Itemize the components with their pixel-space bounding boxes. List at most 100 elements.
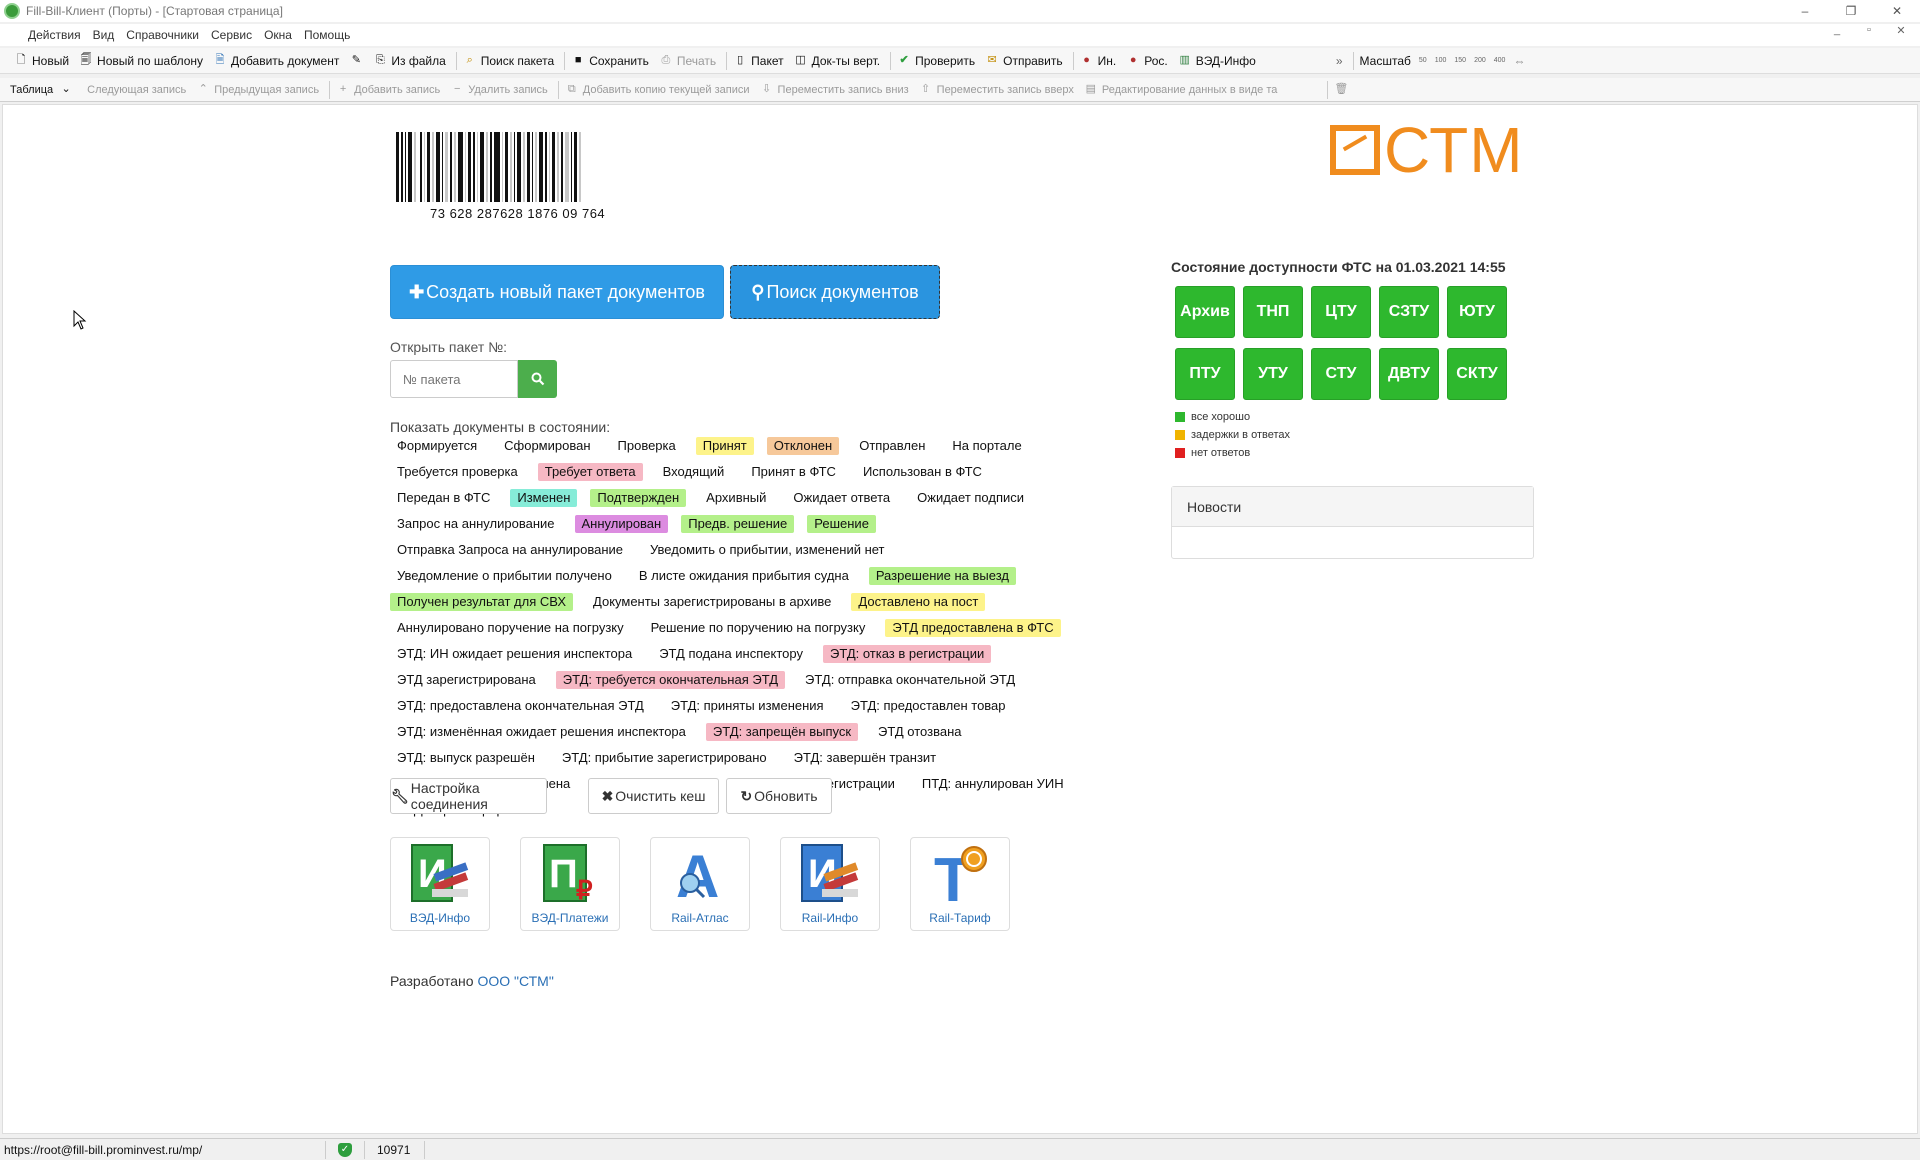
close-button[interactable]: ✕: [1874, 0, 1920, 22]
next-record-button[interactable]: Следующая запись: [87, 84, 186, 96]
state-filter-tag[interactable]: Запрос на аннулирование: [390, 515, 562, 533]
state-filter-tag[interactable]: ЭТД: завершён транзит: [787, 749, 944, 767]
state-filter-tag[interactable]: Предв. решение: [681, 515, 795, 533]
mdi-restore-button[interactable]: ▫: [1858, 24, 1880, 37]
app-ved-info[interactable]: И ВЭД-Инфо: [390, 837, 490, 931]
toolbar-overflow-button[interactable]: »: [1336, 54, 1343, 68]
fts-dvtu-button[interactable]: ДВТУ: [1379, 348, 1439, 400]
minimize-button[interactable]: –: [1782, 0, 1828, 22]
state-filter-tag[interactable]: Принят в ФТС: [744, 463, 843, 481]
menu-windows[interactable]: Окна: [264, 28, 292, 42]
move-up-button[interactable]: ⇧ Переместить запись вверх: [919, 83, 1074, 97]
docs-vertical-button[interactable]: ◫ Док-ты верт.: [794, 54, 880, 68]
state-filter-tag[interactable]: Подтвержден: [590, 489, 687, 507]
refresh-button[interactable]: ↻ Обновить: [726, 778, 832, 814]
state-filter-tag[interactable]: Архивный: [699, 489, 773, 507]
check-button[interactable]: ✔ Проверить: [897, 54, 975, 68]
state-filter-tag[interactable]: ЭТД: предоставлена окончательная ЭТД: [390, 697, 651, 715]
state-filter-tag[interactable]: Принят: [695, 437, 754, 455]
state-filter-tag[interactable]: ЭТД: приняты изменения: [664, 697, 831, 715]
menu-actions[interactable]: Действия: [28, 28, 81, 42]
state-filter-tag[interactable]: Аннулирован: [574, 515, 669, 533]
state-filter-tag[interactable]: Передан в ФТС: [390, 489, 497, 507]
state-filter-tag[interactable]: ЭТД: запрещён выпуск: [705, 723, 859, 741]
print-button[interactable]: ⎙ Печать: [659, 54, 716, 68]
move-down-button[interactable]: ⇩ Переместить запись вниз: [760, 83, 909, 97]
russia-button[interactable]: ● Рос.: [1126, 54, 1168, 68]
add-record-button[interactable]: + Добавить запись: [336, 83, 440, 97]
fts-ctu-button[interactable]: ЦТУ: [1311, 286, 1371, 338]
state-filter-tag[interactable]: ЭТД: прибытие зарегистрировано: [555, 749, 774, 767]
zoom-200[interactable]: 200: [1474, 57, 1486, 64]
fts-sktu-button[interactable]: СКТУ: [1447, 348, 1507, 400]
state-filter-tag[interactable]: Отправка Запроса на аннулирование: [390, 541, 630, 559]
state-filter-tag[interactable]: ЭТД: отказ в регистрации: [822, 645, 992, 663]
clear-cache-button[interactable]: ✖ Очистить кеш: [588, 778, 719, 814]
prev-record-button[interactable]: ⌃ Предыдущая запись: [196, 83, 319, 97]
state-filter-tag[interactable]: Уведомление о прибытии получено: [390, 567, 619, 585]
state-filter-tag[interactable]: Ожидает ответа: [786, 489, 897, 507]
app-rail-atlas[interactable]: A Rail-Атлас: [650, 837, 750, 931]
state-filter-tag[interactable]: ЭТД: отправка окончательной ЭТД: [798, 671, 1022, 689]
menu-view[interactable]: Вид: [93, 28, 115, 42]
fts-sztu-button[interactable]: СЗТУ: [1379, 286, 1439, 338]
state-filter-tag[interactable]: Требует ответа: [537, 463, 643, 481]
state-filter-tag[interactable]: ЭТД: ИН ожидает решения инспектора: [390, 645, 639, 663]
state-filter-tag[interactable]: ЭТД: выпуск разрешён: [390, 749, 542, 767]
ved-info-button[interactable]: ▥ ВЭД-Инфо: [1178, 54, 1256, 68]
state-filter-tag[interactable]: Разрешение на выезд: [868, 567, 1016, 585]
menu-help[interactable]: Помощь: [304, 28, 350, 42]
mdi-minimize-button[interactable]: _: [1826, 24, 1848, 37]
save-button[interactable]: ■ Сохранить: [571, 54, 649, 68]
state-filter-tag[interactable]: Сформирован: [497, 437, 597, 455]
trash-button[interactable]: 🗑: [1334, 83, 1352, 97]
table-dropdown[interactable]: Таблица ⌄: [10, 83, 77, 97]
package-button[interactable]: ▯ Пакет: [733, 54, 784, 68]
state-filter-tag[interactable]: Входящий: [656, 463, 732, 481]
fts-stu-button[interactable]: СТУ: [1311, 348, 1371, 400]
state-filter-tag[interactable]: ЭТД предоставлена в ФТС: [885, 619, 1061, 637]
state-filter-tag[interactable]: Формируется: [390, 437, 484, 455]
state-filter-tag[interactable]: Отклонен: [766, 437, 840, 455]
search-package-button[interactable]: ⌕ Поиск пакета: [463, 54, 555, 68]
menu-references[interactable]: Справочники: [126, 28, 199, 42]
foreign-button[interactable]: ● Ин.: [1080, 54, 1116, 68]
state-filter-tag[interactable]: Решение: [807, 515, 876, 533]
state-filter-tag[interactable]: ЭТД зарегистрирована: [390, 671, 543, 689]
state-filter-tag[interactable]: Аннулировано поручение на погрузку: [390, 619, 631, 637]
zoom-400[interactable]: 400: [1494, 57, 1506, 64]
zoom-50[interactable]: 50: [1419, 57, 1427, 64]
state-filter-tag[interactable]: Получен результат для СВХ: [390, 593, 574, 611]
add-document-button[interactable]: 🗎 Добавить документ: [213, 54, 340, 68]
fts-utu-button[interactable]: УТУ: [1243, 348, 1303, 400]
state-filter-tag[interactable]: Доставлено на пост: [851, 593, 986, 611]
zoom-150[interactable]: 150: [1454, 57, 1466, 64]
state-filter-tag[interactable]: Отправлен: [852, 437, 932, 455]
fts-yutu-button[interactable]: ЮТУ: [1447, 286, 1507, 338]
app-ved-payments[interactable]: П ₽ ВЭД-Платежи: [520, 837, 620, 931]
fts-tnp-button[interactable]: ТНП: [1243, 286, 1303, 338]
state-filter-tag[interactable]: Уведомить о прибытии, изменений нет: [643, 541, 892, 559]
from-file-button[interactable]: ⎘ Из файла: [373, 54, 446, 68]
create-package-button[interactable]: ✚ Создать новый пакет документов: [390, 265, 724, 319]
state-filter-tag[interactable]: Ожидает подписи: [910, 489, 1031, 507]
tools-button[interactable]: ✎: [349, 54, 367, 68]
send-button[interactable]: ✉ Отправить: [985, 54, 1063, 68]
copy-record-button[interactable]: ⧉ Добавить копию текущей записи: [565, 83, 750, 97]
zoom-100[interactable]: 100: [1435, 57, 1447, 64]
package-number-input[interactable]: [390, 360, 518, 398]
state-filter-tag[interactable]: На портале: [945, 437, 1028, 455]
state-filter-tag[interactable]: ЭТД отозвана: [871, 723, 968, 741]
state-filter-tag[interactable]: В листе ожидания прибытия судна: [632, 567, 856, 585]
restore-button[interactable]: ❐: [1828, 0, 1874, 22]
state-filter-tag[interactable]: ЭТД подана инспектору: [652, 645, 810, 663]
state-filter-tag[interactable]: Требуется проверка: [390, 463, 525, 481]
open-package-button[interactable]: [518, 360, 557, 398]
app-rail-info[interactable]: И Rail-Инфо: [780, 837, 880, 931]
developer-link[interactable]: ООО "СТМ": [477, 973, 553, 989]
state-filter-tag[interactable]: Решение по поручению на погрузку: [644, 619, 873, 637]
connection-settings-button[interactable]: 🔧︎ Настройка соединения: [390, 778, 547, 814]
state-filter-tag[interactable]: Изменен: [510, 489, 578, 507]
app-rail-tariff[interactable]: T Rail-Тариф: [910, 837, 1010, 931]
state-filter-tag[interactable]: Использован в ФТС: [856, 463, 989, 481]
